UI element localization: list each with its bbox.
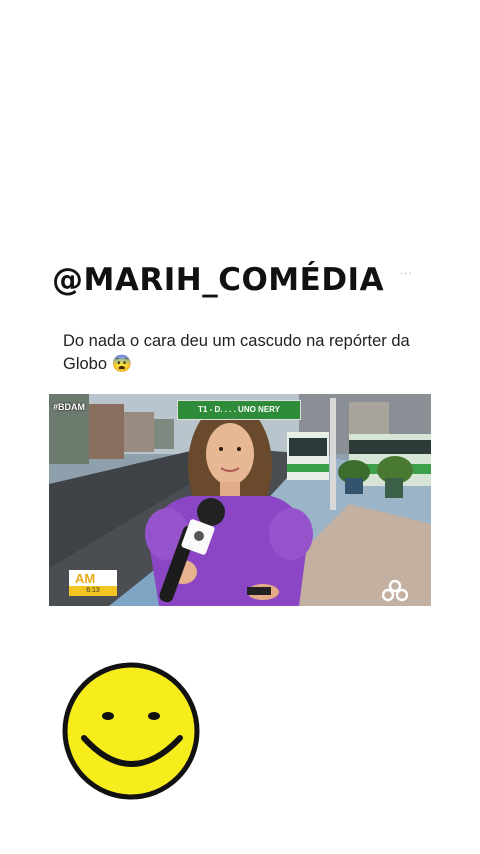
program-tag: #BDAM [53,402,86,412]
more-options-icon[interactable]: ... [400,266,413,277]
channel-logo-text: AM [75,571,96,586]
video-frame[interactable]: #BDAM T1 - D. . . . UNO NERY AM 6:13 [49,394,431,606]
post-author-handle[interactable]: @MARIH_COMÉDIA [52,262,384,298]
smiley-face-icon [62,662,200,800]
post-caption: Do nada o cara deu um cascudo na repórte… [63,332,410,373]
globo-network-icon [382,580,408,602]
broadcast-time: 6:13 [69,586,117,596]
street-sign: T1 - D. . . . UNO NERY [177,400,301,420]
channel-logo: AM 6:13 [69,570,117,596]
